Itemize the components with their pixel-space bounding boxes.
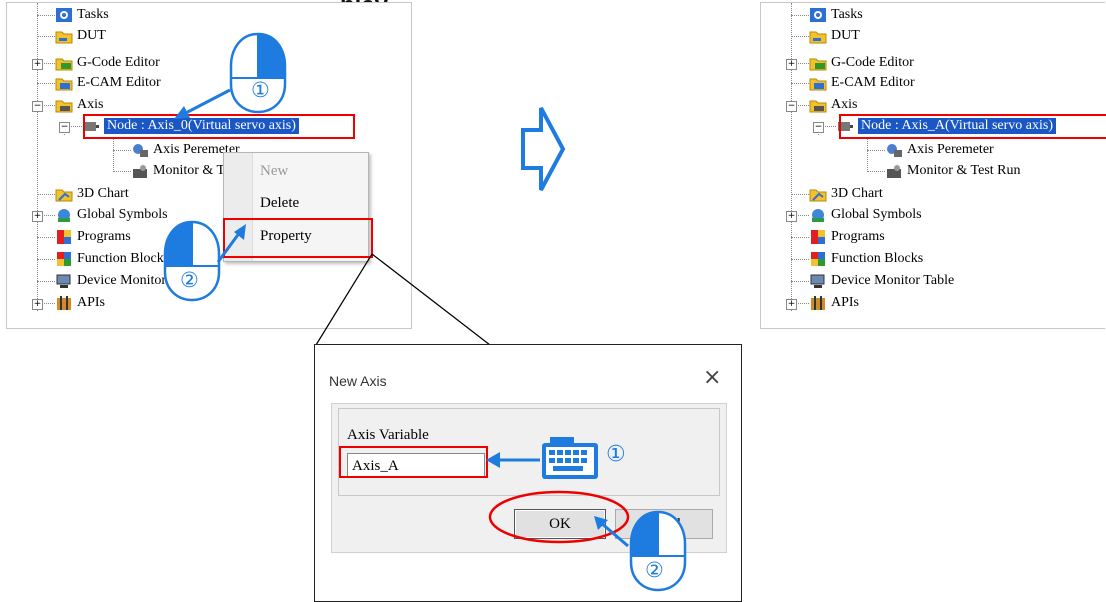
pointer-arrow-keyboard bbox=[486, 452, 540, 468]
keyboard-icon bbox=[542, 437, 598, 479]
step-marker-1-dialog: ① bbox=[606, 442, 626, 467]
axis-variable-label: Axis Variable bbox=[347, 427, 429, 443]
dialog-close-button[interactable]: × bbox=[703, 365, 721, 390]
step-marker-2-dialog: ② bbox=[645, 558, 664, 582]
axis-variable-input[interactable]: Axis_A bbox=[347, 453, 485, 477]
dialog-title: New Axis bbox=[329, 373, 387, 389]
